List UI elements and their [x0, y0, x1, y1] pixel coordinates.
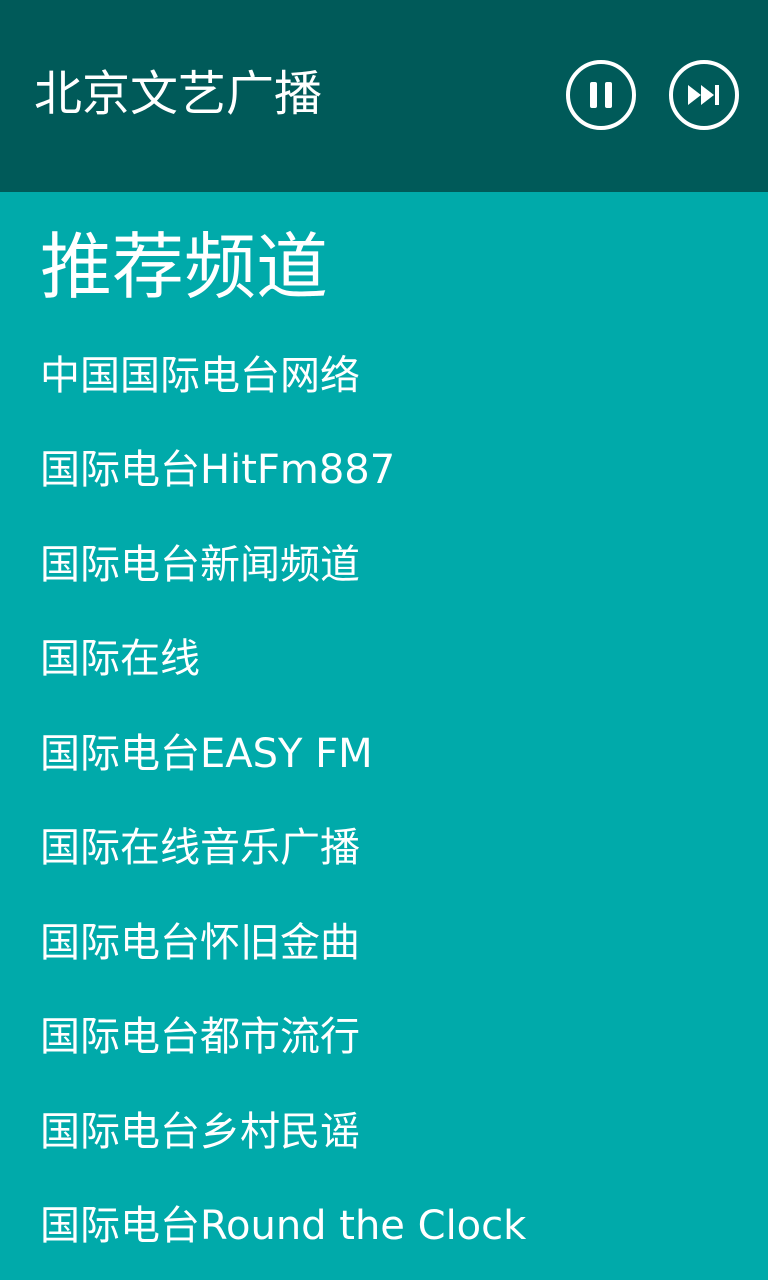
skip-next-icon: [669, 60, 739, 130]
app-header: 北京文艺广播: [0, 0, 768, 192]
now-playing-title: 北京文艺广播: [34, 66, 323, 122]
channel-item[interactable]: 国际在线音乐广播: [40, 812, 740, 884]
channel-item[interactable]: 国际在线: [40, 623, 740, 695]
channel-item[interactable]: 国际电台乡村民谣: [40, 1096, 740, 1168]
pause-icon: [566, 60, 636, 130]
channel-item[interactable]: 国际电台HitFm887: [40, 434, 740, 506]
next-button[interactable]: [668, 59, 740, 131]
channel-item[interactable]: 国际电台Round the Clock: [40, 1190, 740, 1262]
channel-item[interactable]: 中国国际电台网络: [40, 340, 740, 412]
section-title: 推荐频道: [40, 225, 329, 309]
pause-button[interactable]: [565, 59, 637, 131]
channel-item[interactable]: 国际电台都市流行: [40, 1001, 740, 1073]
channel-item[interactable]: 国际电台怀旧金曲: [40, 907, 740, 979]
channel-item[interactable]: 国际电台新闻频道: [40, 529, 740, 601]
channel-item[interactable]: 国际电台EASY FM: [40, 718, 740, 790]
